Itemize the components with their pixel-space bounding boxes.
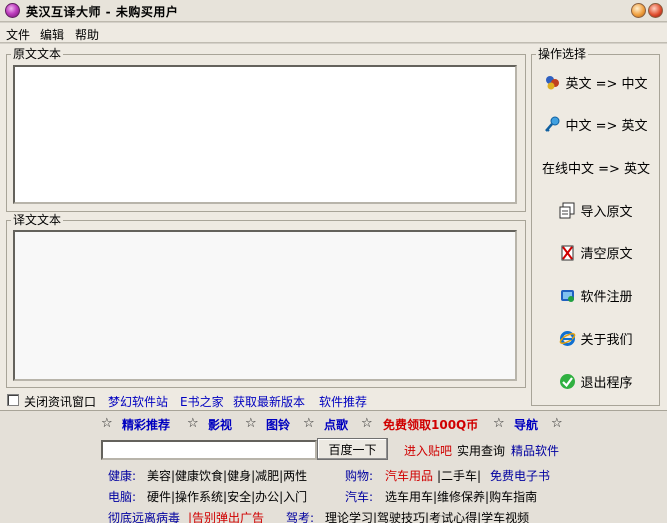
register-button[interactable]: 软件注册: [535, 277, 657, 313]
nav-featured[interactable]: 精彩推荐: [122, 416, 170, 433]
menu-help[interactable]: 帮助: [75, 26, 99, 43]
title-bar: 英汉互译大师 - 未购买用户: [0, 0, 667, 22]
drive-links[interactable]: 理论学习|驾驶技巧|考试心得|学车视频: [325, 509, 529, 523]
star-icon: ☆: [551, 416, 563, 431]
pc-links[interactable]: 硬件|操作系统|安全|办公|入门: [147, 488, 307, 505]
search-input[interactable]: [101, 440, 317, 460]
car-label: 汽车:: [345, 490, 374, 504]
link-no-popups[interactable]: |告别弹出广告: [188, 509, 264, 523]
drive-label: 驾考:: [286, 511, 315, 523]
link-car-supplies[interactable]: 汽车用品: [385, 467, 433, 484]
window-title: 英汉互译大师 - 未购买用户: [26, 5, 179, 19]
car-links[interactable]: 选车用车|维修保养|购车指南: [385, 488, 537, 505]
link-latest-version[interactable]: 获取最新版本: [233, 393, 305, 410]
en-to-zh-button[interactable]: 英文 => 中文: [535, 64, 657, 100]
register-label: 软件注册: [580, 289, 633, 305]
nav-movies[interactable]: 影视: [208, 416, 232, 433]
people-icon: [544, 74, 561, 91]
health-label: 健康:: [108, 469, 137, 483]
import-source-button[interactable]: 导入原文: [535, 192, 657, 228]
target-textarea[interactable]: [13, 230, 517, 381]
link-useful-query[interactable]: 实用查询: [457, 442, 505, 459]
online-zh-to-en-label: 在线中文 => 英文: [541, 161, 651, 177]
key-icon: [544, 116, 561, 133]
link-fine-software[interactable]: 精品软件: [511, 442, 559, 459]
online-zh-to-en-button[interactable]: 在线中文 => 英文: [535, 149, 657, 185]
nav-songs[interactable]: 点歌: [324, 416, 348, 433]
baidu-search-button[interactable]: 百度一下: [317, 438, 388, 460]
clear-icon: [559, 244, 576, 261]
link-ebook-home[interactable]: E书之家: [180, 393, 224, 410]
star-icon: ☆: [361, 416, 373, 431]
star-icon: ☆: [493, 416, 505, 431]
en-to-zh-label: 英文 => 中文: [565, 76, 648, 92]
ops-legend: 操作选择: [536, 47, 589, 61]
close-info-label: 关闭资讯窗口: [24, 395, 97, 409]
menu-edit[interactable]: 编辑: [40, 26, 64, 43]
source-legend: 原文文本: [11, 47, 64, 61]
clear-source-label: 清空原文: [580, 246, 633, 262]
import-source-label: 导入原文: [580, 204, 633, 220]
exit-button[interactable]: 退出程序: [535, 363, 657, 399]
nav-guide[interactable]: 导航: [514, 416, 538, 433]
health-links[interactable]: 美容|健康饮食|健身|减肥|两性: [147, 467, 307, 484]
import-icon: [559, 202, 576, 219]
portal-nav: ☆ 精彩推荐 ☆ 影视 ☆ 图铃 ☆ 点歌 ☆ 免费领取100Q币 ☆ 导航 ☆: [0, 416, 667, 434]
target-legend: 译文文本: [11, 213, 64, 227]
link-used-car[interactable]: |二手车|: [437, 467, 481, 484]
pc-label: 电脑:: [108, 490, 137, 504]
menu-bar: 文件 编辑 帮助: [0, 23, 667, 43]
app-icon: [5, 3, 20, 18]
star-icon: ☆: [303, 416, 315, 431]
register-icon: [559, 287, 576, 304]
star-icon: ☆: [245, 416, 257, 431]
minimize-button[interactable]: [631, 3, 646, 18]
about-us-button[interactable]: 关于我们: [535, 320, 657, 356]
link-software-recommend[interactable]: 软件推荐: [319, 393, 367, 410]
link-antivirus[interactable]: 彻底远离病毒: [108, 509, 180, 523]
exit-label: 退出程序: [580, 375, 633, 391]
link-tieba[interactable]: 进入贴吧: [404, 442, 452, 459]
close-button[interactable]: [648, 3, 663, 18]
menu-file[interactable]: 文件: [6, 26, 30, 43]
ie-icon: [559, 330, 576, 347]
star-icon: ☆: [101, 416, 113, 431]
zh-to-en-button[interactable]: 中文 => 英文: [535, 106, 657, 142]
nav-ringtones[interactable]: 图铃: [266, 416, 290, 433]
close-info-checkbox[interactable]: [7, 394, 19, 406]
exit-icon: [559, 373, 576, 390]
clear-source-button[interactable]: 清空原文: [535, 234, 657, 270]
star-icon: ☆: [187, 416, 199, 431]
about-us-label: 关于我们: [580, 332, 633, 348]
nav-free-qcoins[interactable]: 免费领取100Q币: [383, 416, 478, 433]
shop-label: 购物:: [345, 469, 374, 483]
zh-to-en-label: 中文 => 英文: [565, 118, 648, 134]
link-dream-soft[interactable]: 梦幻软件站: [108, 393, 168, 410]
link-free-ebook[interactable]: 免费电子书: [490, 467, 550, 484]
source-textarea[interactable]: [13, 65, 517, 204]
